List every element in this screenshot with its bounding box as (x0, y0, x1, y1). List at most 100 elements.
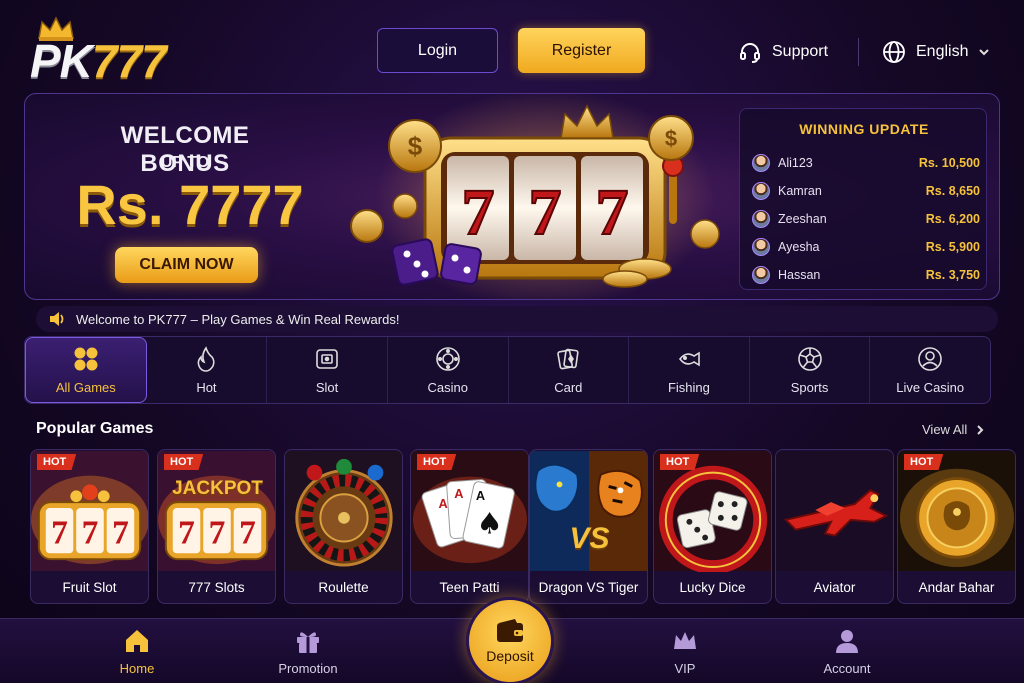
avatar (752, 266, 770, 284)
game-name: Dragon VS Tiger (538, 580, 639, 595)
chevron-down-icon (979, 49, 990, 56)
slot-machine-illustration: 7 7 7 $ $ (350, 94, 720, 299)
svg-text:$: $ (665, 126, 677, 151)
tab-label: All Games (55, 379, 116, 395)
tab-casino[interactable]: Casino (388, 337, 509, 403)
winner-amount: Rs. 5,900 (925, 240, 980, 254)
announcement-marquee[interactable]: Welcome to PK777 – Play Games & Win Real… (36, 306, 998, 332)
nav-vip[interactable]: VIP (625, 627, 745, 676)
tab-label: Live Casino (896, 379, 965, 395)
svg-text:7: 7 (596, 176, 629, 249)
tab-card[interactable]: Card (509, 337, 630, 403)
deposit-button[interactable]: Deposit (466, 597, 554, 683)
winning-update-title: WINNING UPDATE (799, 121, 929, 137)
winner-name: Ali123 (778, 156, 813, 170)
hot-badge: HOT (660, 454, 700, 470)
game-name: Aviator (813, 580, 856, 595)
avatar (752, 238, 770, 256)
avatar (752, 154, 770, 172)
winner-name: Zeeshan (778, 212, 827, 226)
tab-slot[interactable]: Slot (267, 337, 388, 403)
tab-label: Card (554, 379, 583, 395)
hot-badge: HOT (904, 454, 944, 470)
game-card-teen-patti[interactable]: A A A ♠ HOT Teen Patti (410, 449, 529, 604)
svg-text:♠: ♠ (476, 507, 502, 541)
game-card-andar-bahar[interactable]: HOT Andar Bahar (897, 449, 1016, 604)
game-name: 777 Slots (188, 580, 245, 595)
nav-home[interactable]: Home (77, 627, 197, 676)
gift-icon (297, 632, 319, 653)
user-icon (836, 630, 858, 653)
game-card-roulette[interactable]: Roulette (284, 449, 403, 604)
popular-games-title: Popular Games (36, 420, 154, 437)
game-card-aviator[interactable]: Aviator (775, 449, 894, 604)
svg-text:A: A (454, 486, 463, 501)
bonus-subtitle: UP TO (160, 154, 210, 171)
svg-text:7: 7 (239, 514, 256, 551)
winner-name: Kamran (778, 184, 822, 198)
slot-icon (316, 348, 338, 369)
live-dealer-icon (918, 346, 942, 371)
game-name: Fruit Slot (62, 580, 117, 595)
login-button[interactable]: Login (377, 28, 498, 73)
svg-text:$: $ (408, 131, 423, 161)
winner-name: Hassan (778, 268, 821, 282)
claim-now-button[interactable]: CLAIM NOW (115, 247, 258, 283)
tab-fishing[interactable]: Fishing (629, 337, 750, 403)
language-selector[interactable]: English (882, 40, 990, 64)
avatar (752, 182, 770, 200)
support-label: Support (772, 43, 829, 60)
tab-live-casino[interactable]: Live Casino (870, 337, 990, 403)
winner-amount: Rs. 8,650 (925, 184, 980, 198)
grid-icon (74, 347, 98, 370)
game-card-dragon-vs-tiger[interactable]: VS Dragon VS Tiger (529, 449, 648, 604)
svg-text:A: A (439, 496, 448, 511)
tab-sports[interactable]: Sports (750, 337, 871, 403)
svg-text:7: 7 (112, 514, 129, 551)
header-divider (858, 38, 859, 66)
roulette-art (285, 451, 402, 571)
winner-row: Zeeshan Rs. 6,200 (752, 209, 980, 229)
svg-text:A: A (476, 488, 485, 503)
view-all-label: View All (922, 422, 968, 437)
tab-label: Slot (315, 379, 339, 395)
svg-text:7: 7 (51, 514, 68, 551)
nav-label: Account (823, 661, 871, 676)
welcome-bonus-banner: WELCOME BONUS UP TO Rs. 7777 CLAIM NOW 7… (24, 93, 1000, 300)
view-all-link[interactable]: View All (922, 422, 985, 437)
nav-account[interactable]: Account (787, 627, 907, 676)
header: PK777 Login Register Support English (0, 0, 1024, 92)
jackpot-label: JACKPOT (172, 478, 263, 499)
pk777-logo[interactable]: PK777 (30, 14, 220, 86)
game-card-fruit-slot[interactable]: 7 7 7 HOT Fruit Slot (30, 449, 149, 604)
speaker-icon (50, 312, 64, 326)
winner-name: Ayesha (778, 240, 820, 254)
language-label: English (916, 43, 969, 60)
winner-row: Kamran Rs. 8,650 (752, 181, 980, 201)
tab-all-games[interactable]: All Games (25, 337, 147, 403)
nav-promotion[interactable]: Promotion (248, 627, 368, 676)
bonus-amount: Rs. 7777 (76, 173, 304, 236)
svg-text:7: 7 (209, 514, 226, 551)
nav-label: Promotion (278, 661, 338, 676)
chip-icon (435, 346, 460, 371)
register-button[interactable]: Register (518, 28, 645, 73)
hot-badge: HOT (164, 454, 204, 470)
vs-label: VS (569, 522, 610, 555)
hot-badge: HOT (37, 454, 77, 470)
fish-icon (678, 351, 700, 366)
winner-amount: Rs. 10,500 (918, 156, 980, 170)
support-link[interactable]: Support (738, 40, 828, 64)
tab-label: Sports (790, 379, 829, 395)
winner-row: Hassan Rs. 3,750 (752, 265, 980, 285)
game-card-lucky-dice[interactable]: HOT Lucky Dice (653, 449, 772, 604)
flame-icon (197, 345, 216, 372)
tab-label: Hot (196, 379, 217, 395)
winner-row: Ali123 Rs. 10,500 (752, 153, 980, 173)
tab-hot[interactable]: Hot (147, 337, 268, 403)
globe-icon (883, 41, 905, 63)
game-card-777-slots[interactable]: 7 7 7 JACKPOT HOT 777 Slots (157, 449, 276, 604)
game-name: Andar Bahar (918, 580, 995, 595)
svg-text:7: 7 (178, 514, 195, 551)
hot-badge: HOT (417, 454, 457, 470)
